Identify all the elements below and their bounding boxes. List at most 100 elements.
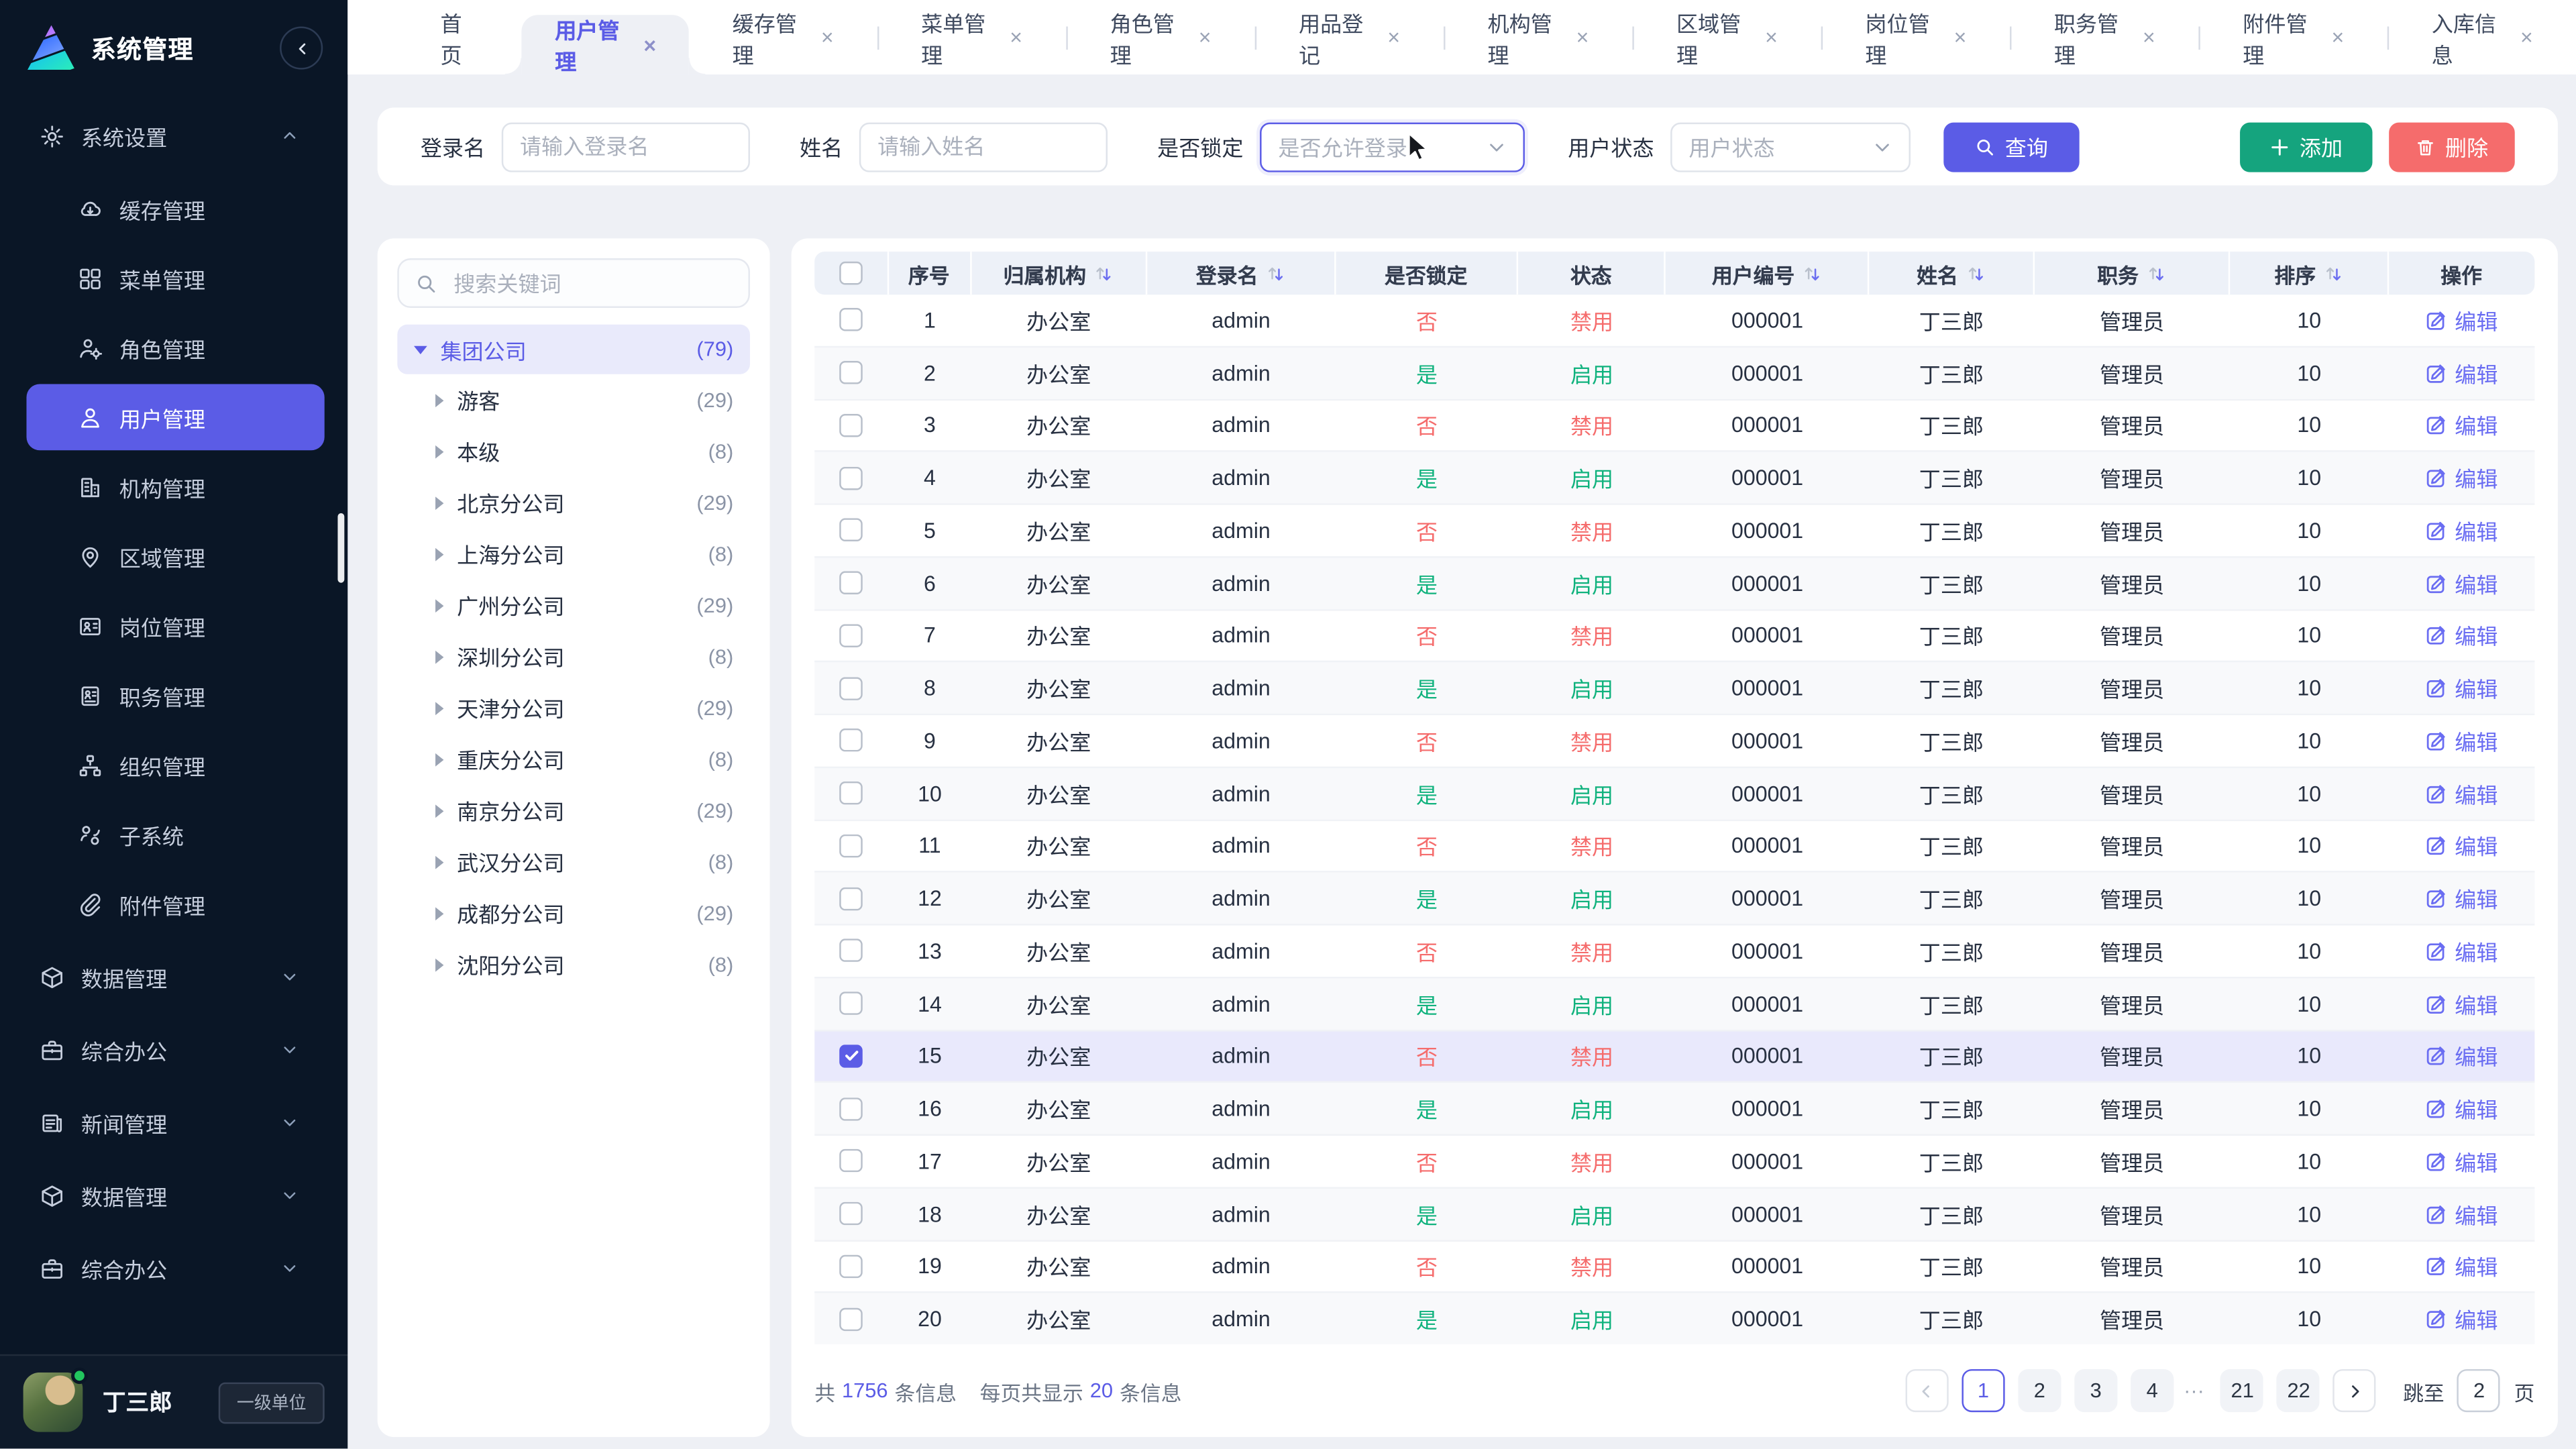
- row-checkbox[interactable]: [840, 1044, 863, 1068]
- table-row[interactable]: 1办公室admin否禁用000001丁三郎管理员10编辑: [814, 294, 2534, 345]
- page-button-4[interactable]: 4: [2131, 1369, 2174, 1412]
- edit-link[interactable]: 编辑: [2425, 462, 2498, 494]
- tree-node[interactable]: 北京分公司(29): [397, 477, 750, 529]
- tree-collapsed-icon[interactable]: [435, 496, 443, 509]
- edit-link[interactable]: 编辑: [2425, 620, 2498, 651]
- sort-icon[interactable]: [1267, 264, 1285, 282]
- close-icon[interactable]: ×: [2520, 26, 2533, 48]
- row-checkbox[interactable]: [840, 992, 863, 1016]
- tree-node[interactable]: 游客(29): [397, 374, 750, 426]
- tree-node[interactable]: 成都分公司(29): [397, 888, 750, 939]
- table-row[interactable]: 14办公室admin是启用000001丁三郎管理员10编辑: [814, 976, 2534, 1028]
- page-button-22[interactable]: 22: [2277, 1369, 2320, 1412]
- sort-icon[interactable]: [1094, 264, 1112, 282]
- tab-10[interactable]: 附件管理×: [2200, 0, 2387, 74]
- tree-collapsed-icon[interactable]: [435, 701, 443, 714]
- edit-link[interactable]: 编辑: [2425, 1198, 2498, 1230]
- tree-collapsed-icon[interactable]: [435, 906, 443, 920]
- query-button[interactable]: 查询: [1943, 121, 2079, 171]
- tree-collapsed-icon[interactable]: [435, 855, 443, 869]
- edit-link[interactable]: 编辑: [2425, 357, 2498, 388]
- row-checkbox[interactable]: [840, 361, 863, 384]
- edit-link[interactable]: 编辑: [2425, 883, 2498, 914]
- sidebar-item[interactable]: 缓存管理: [26, 176, 324, 242]
- sidebar-user[interactable]: 丁三郎 一级单位: [0, 1354, 347, 1449]
- close-icon[interactable]: ×: [1576, 26, 1589, 48]
- tab-8[interactable]: 岗位管理×: [1822, 0, 2009, 74]
- sort-icon[interactable]: [2324, 264, 2342, 282]
- table-row[interactable]: 3办公室admin否禁用000001丁三郎管理员10编辑: [814, 398, 2534, 451]
- edit-link[interactable]: 编辑: [2425, 1145, 2498, 1177]
- table-row[interactable]: 19办公室admin否禁用000001丁三郎管理员10编辑: [814, 1239, 2534, 1291]
- sort-icon[interactable]: [1803, 264, 1821, 282]
- edit-link[interactable]: 编辑: [2425, 777, 2498, 809]
- tab-5[interactable]: 用品登记×: [1256, 0, 1443, 74]
- sidebar-group-0[interactable]: 系统设置: [0, 99, 347, 172]
- close-icon[interactable]: ×: [1199, 26, 1212, 48]
- tree-node[interactable]: 南京分公司(29): [397, 785, 750, 837]
- row-checkbox[interactable]: [840, 1202, 863, 1226]
- table-row[interactable]: 7办公室admin否禁用000001丁三郎管理员10编辑: [814, 608, 2534, 661]
- row-checkbox[interactable]: [840, 939, 863, 963]
- tree-collapsed-icon[interactable]: [435, 650, 443, 663]
- table-row[interactable]: 20办公室admin是启用000001丁三郎管理员10编辑: [814, 1292, 2534, 1344]
- header-cell-sort[interactable]: 排序: [2230, 252, 2388, 294]
- sidebar-group-3[interactable]: 新闻管理: [0, 1086, 347, 1159]
- tree-collapsed-icon[interactable]: [435, 445, 443, 458]
- row-checkbox[interactable]: [840, 835, 863, 858]
- page-button-2[interactable]: 2: [2018, 1369, 2061, 1412]
- tree-node[interactable]: 天津分公司(29): [397, 682, 750, 734]
- edit-link[interactable]: 编辑: [2425, 1303, 2498, 1335]
- status-select[interactable]: 用户状态: [1670, 121, 1911, 171]
- row-checkbox[interactable]: [840, 572, 863, 595]
- edit-link[interactable]: 编辑: [2425, 305, 2498, 336]
- row-checkbox[interactable]: [840, 414, 863, 437]
- close-icon[interactable]: ×: [2143, 26, 2155, 48]
- table-row[interactable]: 13办公室admin否禁用000001丁三郎管理员10编辑: [814, 924, 2534, 976]
- login-filter-input[interactable]: [502, 121, 750, 171]
- header-cell-org[interactable]: 归属机构: [971, 252, 1147, 294]
- sidebar-group-2[interactable]: 综合办公: [0, 1013, 347, 1086]
- table-row[interactable]: 12办公室admin是启用000001丁三郎管理员10编辑: [814, 871, 2534, 924]
- header-cell-login[interactable]: 登录名: [1146, 252, 1336, 294]
- table-row[interactable]: 16办公室admin是启用000001丁三郎管理员10编辑: [814, 1081, 2534, 1134]
- sidebar-group-1[interactable]: 数据管理: [0, 941, 347, 1014]
- table-row[interactable]: 17办公室admin否禁用000001丁三郎管理员10编辑: [814, 1134, 2534, 1187]
- edit-link[interactable]: 编辑: [2425, 672, 2498, 704]
- sidebar-group-5[interactable]: 综合办公: [0, 1232, 347, 1305]
- edit-link[interactable]: 编辑: [2425, 409, 2498, 441]
- tree-collapsed-icon[interactable]: [435, 598, 443, 612]
- tab-1[interactable]: 用户管理×: [522, 15, 690, 74]
- sort-icon[interactable]: [2147, 264, 2165, 282]
- table-row[interactable]: 11办公室admin否禁用000001丁三郎管理员10编辑: [814, 818, 2534, 871]
- table-row[interactable]: 5办公室admin否禁用000001丁三郎管理员10编辑: [814, 503, 2534, 555]
- prev-page-button[interactable]: [1905, 1369, 1948, 1412]
- tree-collapsed-icon[interactable]: [435, 753, 443, 766]
- row-checkbox[interactable]: [840, 1307, 863, 1331]
- row-checkbox[interactable]: [840, 676, 863, 700]
- close-icon[interactable]: ×: [643, 34, 656, 56]
- tab-4[interactable]: 角色管理×: [1067, 0, 1254, 74]
- row-checkbox[interactable]: [840, 1150, 863, 1173]
- row-checkbox[interactable]: [840, 782, 863, 805]
- sidebar-item[interactable]: 机构管理: [26, 453, 324, 520]
- sidebar-item[interactable]: 附件管理: [26, 871, 324, 937]
- header-cell-name[interactable]: 姓名: [1869, 252, 2034, 294]
- edit-link[interactable]: 编辑: [2425, 830, 2498, 861]
- page-button-21[interactable]: 21: [2221, 1369, 2264, 1412]
- sidebar-item[interactable]: 子系统: [26, 801, 324, 867]
- tab-7[interactable]: 区域管理×: [1633, 0, 1821, 74]
- table-row[interactable]: 18办公室admin是启用000001丁三郎管理员10编辑: [814, 1187, 2534, 1239]
- row-checkbox[interactable]: [840, 1097, 863, 1120]
- tab-0[interactable]: 首页: [397, 0, 522, 74]
- tab-2[interactable]: 缓存管理×: [689, 0, 876, 74]
- page-button-3[interactable]: 3: [2074, 1369, 2117, 1412]
- tree-collapsed-icon[interactable]: [435, 547, 443, 561]
- tab-11[interactable]: 入库信息×: [2389, 0, 2576, 74]
- next-page-button[interactable]: [2333, 1369, 2376, 1412]
- row-checkbox[interactable]: [840, 729, 863, 753]
- sidebar-scrollbar-thumb[interactable]: [337, 513, 344, 583]
- sidebar-collapse-button[interactable]: [280, 26, 323, 69]
- sidebar-item[interactable]: 区域管理: [26, 523, 324, 590]
- close-icon[interactable]: ×: [1387, 26, 1400, 48]
